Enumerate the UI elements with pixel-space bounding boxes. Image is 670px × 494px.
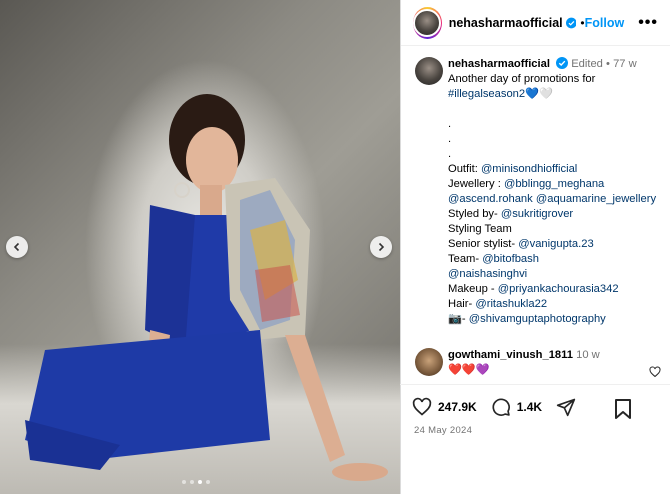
- mention-link[interactable]: @ascend.rohank: [448, 193, 533, 205]
- caption-dot: .: [448, 133, 452, 145]
- styling-team-label: Styling Team: [448, 223, 512, 235]
- team-label: Team-: [448, 253, 483, 265]
- meta-separator: •: [606, 58, 610, 70]
- mention-link[interactable]: @naishasinghvi: [448, 268, 527, 280]
- caption-dot: .: [448, 148, 452, 160]
- story-ring[interactable]: [413, 6, 442, 39]
- carousel-dot: [182, 480, 186, 484]
- hair-label: Hair-: [448, 298, 476, 310]
- outfit-label: Outfit:: [448, 163, 481, 175]
- photo-illustration: [25, 94, 388, 481]
- carousel-dot-active: [198, 480, 202, 484]
- like-count[interactable]: 247.9K: [438, 400, 477, 414]
- caption-line1: Another day of promotions for: [448, 73, 596, 85]
- mention-link[interactable]: @bblingg_meghana: [504, 178, 604, 190]
- post-time[interactable]: 77 w: [613, 58, 637, 70]
- mention-link[interactable]: @minisondhiofficial: [481, 163, 577, 175]
- follow-button[interactable]: Follow: [585, 16, 625, 30]
- camera-emoji: 📷-: [448, 313, 469, 325]
- commenter-avatar[interactable]: [415, 348, 443, 376]
- share-icon[interactable]: [556, 397, 576, 417]
- chevron-left-icon: [13, 242, 20, 252]
- post-date[interactable]: 24 May 2024: [414, 425, 472, 436]
- carousel-dot: [190, 480, 194, 484]
- styled-label: Styled by-: [448, 208, 501, 220]
- carousel-prev-button[interactable]: [6, 236, 28, 258]
- comment-like-icon[interactable]: [649, 366, 661, 378]
- commenter-username[interactable]: gowthami_vinush_1811: [448, 349, 573, 361]
- senior-label: Senior stylist-: [448, 238, 519, 250]
- header-username[interactable]: nehasharmaofficial: [449, 16, 563, 30]
- mention-link[interactable]: @ritashukla22: [475, 298, 547, 310]
- mention-link[interactable]: @aquamarine_jewellery: [536, 193, 656, 205]
- jewellery-label: Jewellery :: [448, 178, 504, 190]
- comment-icon[interactable]: [491, 397, 511, 417]
- verified-badge-icon: [565, 17, 577, 28]
- caption-avatar[interactable]: [415, 57, 443, 85]
- caption-dot: .: [448, 118, 452, 130]
- avatar: [413, 8, 442, 37]
- caption-block: nehasharmaofficial Edited • 77 w Another…: [415, 57, 665, 327]
- comment-count[interactable]: 1.4K: [517, 400, 542, 414]
- action-bar: 247.9K 1.4K 24 May 2024: [400, 384, 670, 494]
- comment-time: 10 w: [576, 349, 600, 361]
- comment-item: gowthami_vinush_1811 10 w ❤️❤️💜: [415, 348, 665, 378]
- mention-link[interactable]: @shivamguptaphotography: [469, 313, 606, 325]
- makeup-label: Makeup -: [448, 283, 498, 295]
- mention-link[interactable]: @sukritigrover: [501, 208, 573, 220]
- verified-badge-icon: [556, 57, 569, 69]
- heart-icon[interactable]: [412, 397, 432, 417]
- post-header: nehasharmaofficial • Follow •••: [401, 0, 670, 46]
- caption-emojis: 💙🤍: [525, 88, 554, 100]
- caption-username[interactable]: nehasharmaofficial: [448, 58, 550, 70]
- mention-link[interactable]: @bitofbash: [482, 253, 539, 265]
- mention-link[interactable]: @vanigupta.23: [518, 238, 593, 250]
- more-options-button[interactable]: •••: [638, 14, 658, 31]
- post-photo[interactable]: [0, 0, 400, 494]
- mention-link[interactable]: @priyankachourasia342: [498, 283, 619, 295]
- hashtag-link[interactable]: #illegalseason2: [448, 88, 525, 100]
- bookmark-icon[interactable]: [614, 399, 632, 419]
- carousel-next-button[interactable]: [370, 236, 392, 258]
- carousel-dot: [206, 480, 210, 484]
- edited-label: Edited: [571, 58, 603, 70]
- chevron-right-icon: [378, 242, 385, 252]
- carousel-indicator: [182, 480, 210, 484]
- comment-text: ❤️❤️💜: [448, 364, 490, 376]
